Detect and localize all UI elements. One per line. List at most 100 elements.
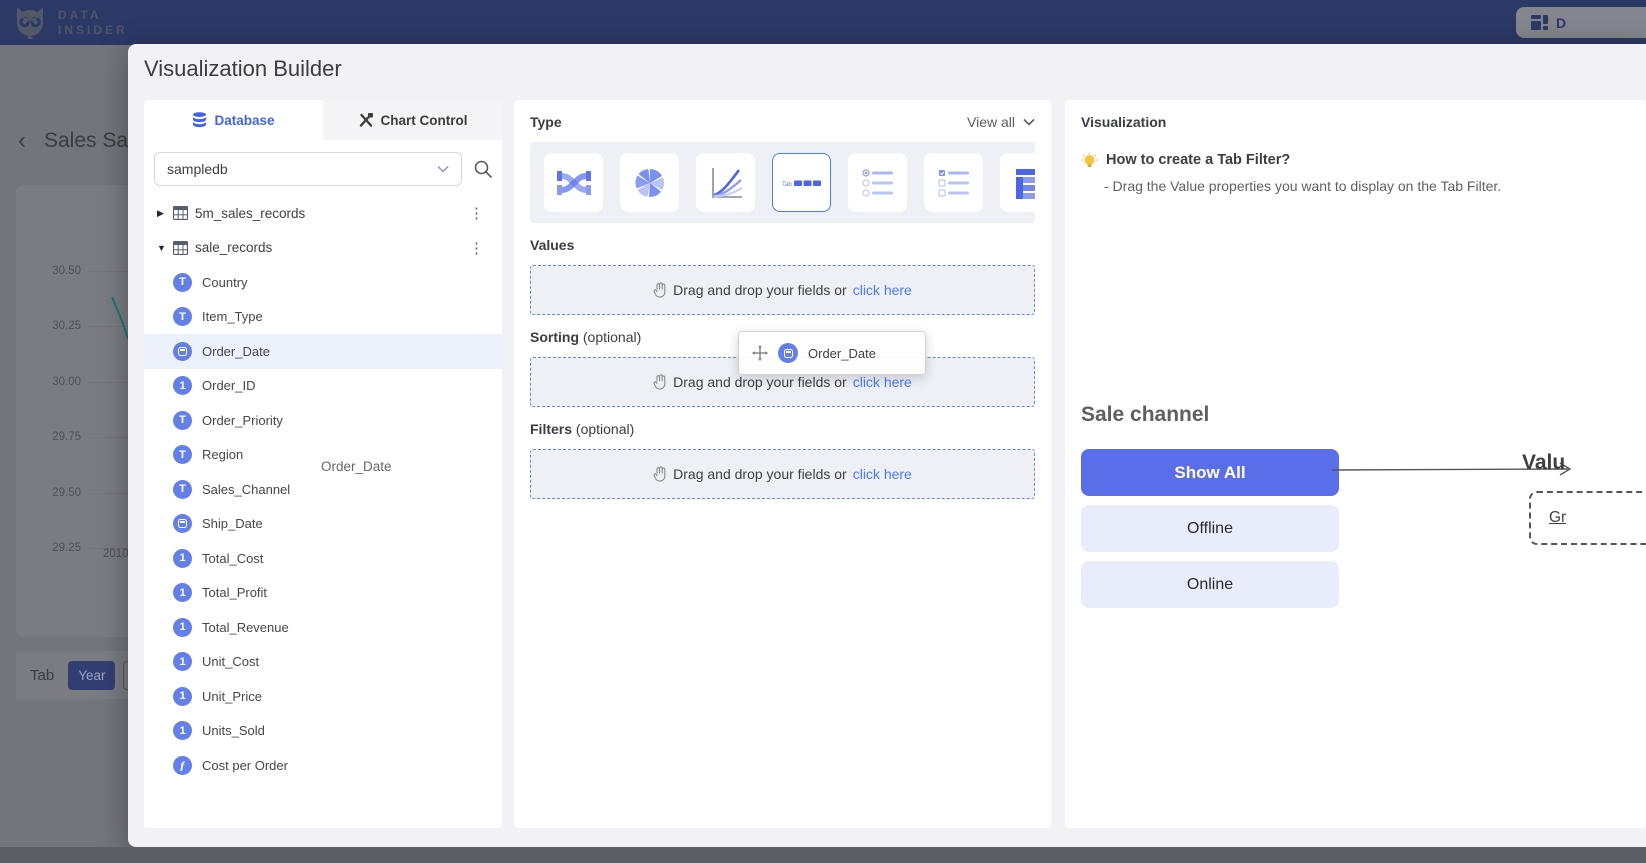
values-dropzone-text: Drag and drop your fields or xyxy=(673,282,847,298)
tab-chart-control[interactable]: Chart Control xyxy=(323,100,502,140)
filters-dropzone-text: Drag and drop your fields or xyxy=(673,466,847,482)
field-row-total-revenue[interactable]: 1 Total_Revenue xyxy=(144,610,502,645)
date-field-icon xyxy=(173,514,192,533)
background-chart-card: 30.5030.2530.0029.7529.5029.25 2010 xyxy=(16,185,136,637)
field-label: Order_Date xyxy=(202,344,270,359)
channel-option-show-all[interactable]: Show All xyxy=(1081,449,1339,496)
tools-icon xyxy=(358,112,374,128)
text-field-icon: T xyxy=(173,273,192,292)
sorting-dropzone-text: Drag and drop your fields or xyxy=(673,374,847,390)
field-label: Ship_Date xyxy=(202,516,263,531)
modal-title: Visualization Builder xyxy=(144,56,342,82)
tab-filter-preview: Show All Offline Online xyxy=(1081,449,1339,608)
channel-option-online[interactable]: Online xyxy=(1081,561,1339,608)
move-icon xyxy=(752,345,768,361)
values-dropzone[interactable]: Drag and drop your fields or click here xyxy=(530,265,1035,315)
field-row-unit-cost[interactable]: 1Unit_Cost xyxy=(144,645,502,680)
logo-text: DATA INSIDER xyxy=(58,8,128,38)
background-footer-strip xyxy=(0,847,1646,863)
database-tree: ▶ 5m_sales_records ⋮ ▼ xyxy=(144,196,502,783)
bg-tab-label[interactable]: Tab xyxy=(24,667,60,684)
annotation-box: Gr xyxy=(1529,491,1646,545)
dashboard-nav-button[interactable]: D xyxy=(1516,7,1646,38)
field-label: Cost per Order xyxy=(202,758,288,773)
caret-down-icon[interactable]: ▼ xyxy=(157,243,173,253)
chart-type-tab-filter[interactable]: Tab xyxy=(772,153,831,212)
field-list: TCountryTItem_TypeOrder_Date1Order_IDTOr… xyxy=(144,265,502,783)
field-row-total-cost[interactable]: 1Total_Cost xyxy=(144,541,502,576)
annotation-link[interactable]: Gr xyxy=(1549,509,1566,527)
svg-text:Tab: Tab xyxy=(782,182,792,188)
left-panel-tabs: Database Chart Control xyxy=(144,100,502,140)
checkbox-list-icon xyxy=(937,168,971,198)
database-select[interactable]: sampledb xyxy=(154,152,462,186)
number-field-icon: 1 xyxy=(173,721,192,740)
dragged-field-chip[interactable]: Order_Date xyxy=(738,331,926,375)
number-field-icon: 1 xyxy=(173,687,192,706)
bg-tab-year[interactable]: Year xyxy=(68,661,115,690)
filters-click-here-link[interactable]: click here xyxy=(853,466,912,482)
field-label: Item_Type xyxy=(202,309,263,324)
table-name: 5m_sales_records xyxy=(195,206,305,221)
chart-type-pie[interactable] xyxy=(620,153,679,212)
database-search-row: sampledb xyxy=(144,140,502,196)
table-row-5m-sales-records[interactable]: ▶ 5m_sales_records ⋮ xyxy=(144,196,502,231)
tab-database[interactable]: Database xyxy=(144,100,323,140)
preview-title: Sale channel xyxy=(1081,403,1209,427)
chart-type-sankey[interactable] xyxy=(544,153,603,212)
field-row-order-date[interactable]: Order_Date xyxy=(144,334,502,369)
field-row-total-profit[interactable]: 1Total_Profit xyxy=(144,576,502,611)
database-panel: Database Chart Control sampledb xyxy=(144,100,502,828)
field-row-order-priority[interactable]: TOrder_Priority xyxy=(144,403,502,438)
field-row-unit-price[interactable]: 1Unit_Price xyxy=(144,679,502,714)
search-icon[interactable] xyxy=(474,160,492,178)
field-row-country[interactable]: TCountry xyxy=(144,265,502,300)
field-row-ship-date[interactable]: Ship_Date xyxy=(144,507,502,542)
view-all-button[interactable]: View all xyxy=(967,114,1035,130)
background-tabs-card: Tab Year Qu xyxy=(16,651,136,699)
chart-x-tick: 2010 xyxy=(103,548,129,560)
chart-type-radio-list[interactable] xyxy=(848,153,907,212)
page-title: Sales Sa xyxy=(44,129,128,153)
sorting-click-here-link[interactable]: click here xyxy=(853,374,912,390)
number-field-icon: 1 xyxy=(173,618,192,637)
field-row-cost-per-order[interactable]: ƒ Cost per Order xyxy=(144,748,502,783)
field-row-region[interactable]: TRegion xyxy=(144,438,502,473)
chevron-down-icon xyxy=(437,165,449,173)
chart-type-checkbox-list[interactable] xyxy=(924,153,983,212)
tab-chart-control-label: Chart Control xyxy=(381,113,468,128)
field-row-sales-channel[interactable]: TSales_Channel xyxy=(144,472,502,507)
field-row-order-id[interactable]: 1Order_ID xyxy=(144,369,502,404)
back-button[interactable]: ‹ xyxy=(10,127,34,155)
table-chart-icon xyxy=(1014,167,1036,199)
field-row-item-type[interactable]: TItem_Type xyxy=(144,300,502,335)
table-row-sale-records[interactable]: ▼ sale_records ⋮ xyxy=(144,231,502,266)
chart-type-table[interactable] xyxy=(1000,153,1035,212)
chevron-down-icon xyxy=(1023,118,1035,126)
field-label: Order_Priority xyxy=(202,413,283,428)
function-field-icon: ƒ xyxy=(173,756,192,775)
values-click-here-link[interactable]: click here xyxy=(853,282,912,298)
date-field-icon xyxy=(173,342,192,361)
channel-option-offline[interactable]: Offline xyxy=(1081,505,1339,552)
dashboard-button-label: D xyxy=(1556,15,1566,31)
field-label: Total_Revenue xyxy=(202,620,289,635)
pie-chart-icon xyxy=(633,166,667,200)
view-all-label: View all xyxy=(967,114,1015,130)
filters-dropzone[interactable]: Drag and drop your fields or click here xyxy=(530,449,1035,499)
annotation-title: Valu xyxy=(1522,451,1565,475)
number-field-icon: 1 xyxy=(173,549,192,568)
chart-type-line[interactable] xyxy=(696,153,755,212)
field-row-units-sold[interactable]: 1 Units_Sold xyxy=(144,714,502,749)
lightbulb-icon xyxy=(1081,152,1098,170)
tab-database-label: Database xyxy=(214,113,274,128)
number-field-icon: 1 xyxy=(173,652,192,671)
line-chart-icon xyxy=(708,166,744,200)
kebab-menu-icon[interactable]: ⋮ xyxy=(469,204,484,222)
kebab-menu-icon[interactable]: ⋮ xyxy=(469,239,484,257)
caret-right-icon[interactable]: ▶ xyxy=(157,208,173,219)
tab-filter-icon: Tab xyxy=(782,175,822,191)
app-logo[interactable]: DATA INSIDER xyxy=(12,4,128,42)
field-label: Units_Sold xyxy=(202,723,265,738)
number-field-icon: 1 xyxy=(173,376,192,395)
